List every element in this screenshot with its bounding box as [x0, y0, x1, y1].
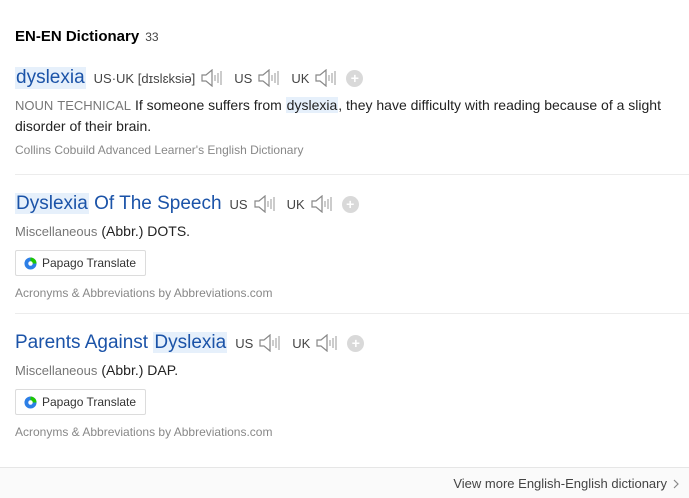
uk-speaker-icon[interactable]: [314, 69, 338, 87]
speaker-icon[interactable]: [200, 69, 224, 87]
section-title: EN-EN Dictionary: [15, 28, 140, 45]
us-speaker-icon[interactable]: [257, 69, 281, 87]
us-label: US: [234, 70, 253, 86]
dictionary-entry: Dyslexia Of The Speech US UK + Miscellan…: [15, 191, 689, 300]
footer-bar: View more English-English dictionary: [0, 467, 689, 498]
pronunciation: US UK +: [235, 334, 365, 352]
papago-translate-label: Papago Translate: [42, 395, 137, 409]
definition-text: (Abbr.) DOTS.: [101, 223, 191, 239]
chevron-right-icon: [673, 479, 679, 488]
uk-label: UK: [291, 70, 310, 86]
field-label: TECHNICAL: [57, 98, 131, 113]
pronunciation: US·UK [dɪslɛksiə] US UK +: [94, 69, 364, 87]
divider: [15, 313, 689, 314]
divider: [15, 174, 689, 175]
papago-icon: [24, 256, 37, 270]
category-label: Miscellaneous: [15, 363, 98, 378]
papago-translate-button[interactable]: Papago Translate: [15, 389, 147, 415]
papago-translate-button[interactable]: Papago Translate: [15, 250, 147, 276]
headword-highlight: Dyslexia: [15, 193, 89, 214]
dictionary-section-header: EN-EN Dictionary 33: [15, 28, 159, 45]
result-count: 33: [145, 30, 159, 44]
uk-label: UK: [292, 335, 311, 351]
papago-icon: [24, 395, 37, 409]
add-wordbook-icon[interactable]: +: [341, 195, 359, 213]
view-more-link[interactable]: View more English-English dictionary: [453, 476, 679, 491]
definition: Miscellaneous (Abbr.) DAP.: [15, 360, 689, 381]
uk-label: UK: [286, 196, 305, 212]
headword-link[interactable]: Parents Against Dyslexia: [15, 332, 228, 354]
view-more-label: View more English-English dictionary: [453, 476, 667, 491]
headword-highlight: Dyslexia: [153, 332, 228, 353]
source-link[interactable]: Acronyms & Abbreviations by Abbreviation…: [15, 425, 689, 439]
definition: NOUN TECHNICAL If someone suffers from dys…: [15, 95, 674, 137]
papago-translate-label: Papago Translate: [42, 256, 137, 270]
headword-link[interactable]: dyslexia: [15, 67, 86, 89]
definition-text-before: If someone suffers from: [134, 97, 286, 113]
source-link[interactable]: Acronyms & Abbreviations by Abbreviation…: [15, 286, 689, 300]
dictionary-entry: Parents Against Dyslexia US UK + Miscell…: [15, 330, 689, 439]
add-wordbook-icon[interactable]: +: [347, 334, 365, 352]
definition: Miscellaneous (Abbr.) DOTS.: [15, 221, 689, 242]
us-label: US: [229, 196, 248, 212]
us-speaker-icon[interactable]: [258, 334, 282, 352]
uk-speaker-icon[interactable]: [310, 195, 334, 213]
uk-speaker-icon[interactable]: [315, 334, 339, 352]
headword-rest: Parents Against: [15, 332, 154, 353]
pronunciation: US UK +: [230, 195, 359, 213]
definition-highlight: dyslexia: [285, 97, 339, 113]
part-of-speech: NOUN: [15, 98, 54, 113]
source-link[interactable]: Collins Cobuild Advanced Learner's Engli…: [15, 143, 689, 157]
definition-text: (Abbr.) DAP.: [101, 362, 179, 378]
headword-link[interactable]: Dyslexia Of The Speech: [15, 193, 222, 215]
category-label: Miscellaneous: [15, 224, 98, 239]
us-speaker-icon[interactable]: [253, 195, 277, 213]
us-label: US: [235, 335, 254, 351]
pronunciation-text: US·UK [dɪslɛksiə]: [93, 70, 196, 86]
dictionary-entry: dyslexia US·UK [dɪslɛksiə] US UK + NOUN T…: [15, 65, 689, 157]
add-wordbook-icon[interactable]: +: [346, 69, 364, 87]
headword-rest: Of The Speech: [88, 193, 222, 214]
